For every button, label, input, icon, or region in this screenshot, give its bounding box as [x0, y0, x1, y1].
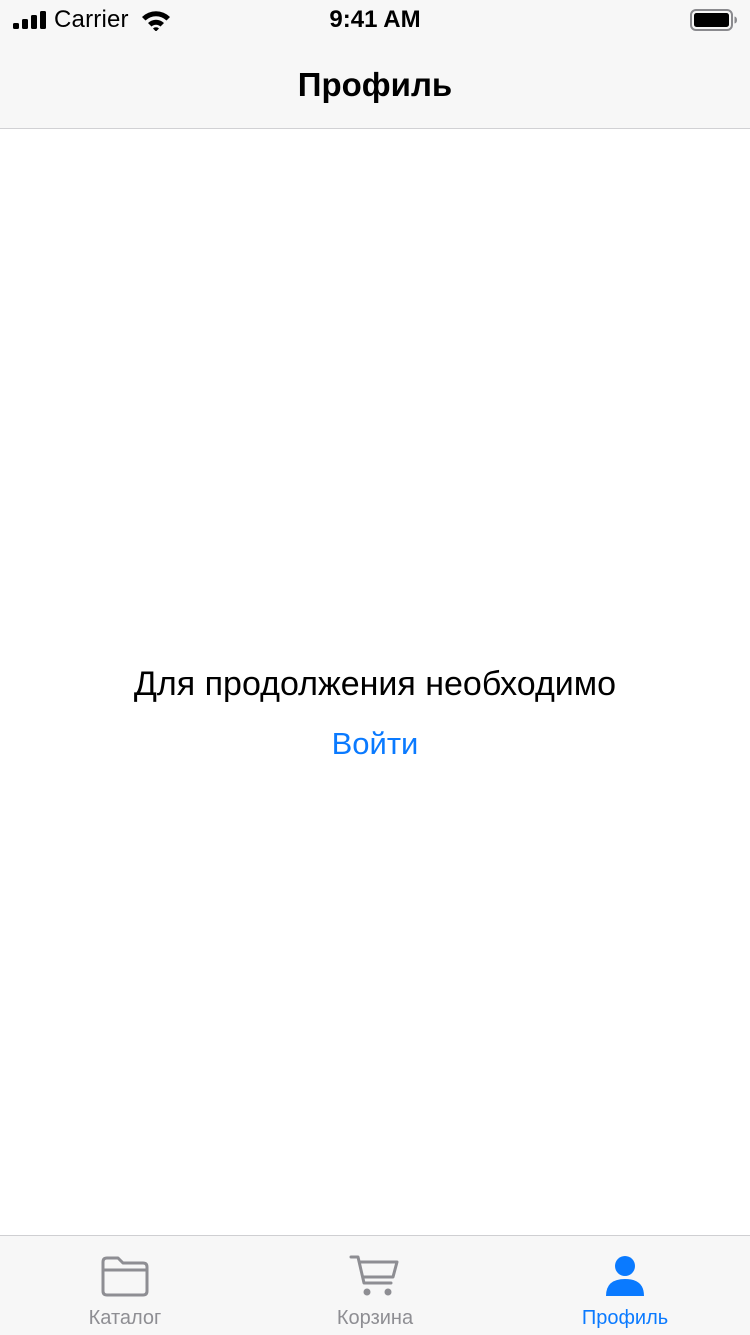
tab-profile[interactable]: Профиль: [500, 1236, 750, 1335]
tab-catalog-label: Каталог: [88, 1307, 162, 1329]
status-bar: Carrier 9:41 AM: [0, 0, 750, 40]
status-time: 9:41 AM: [329, 6, 421, 33]
page-title: Профиль: [297, 66, 453, 103]
tab-profile-label: Профиль: [581, 1307, 669, 1329]
login-button[interactable]: Войти: [305, 724, 445, 764]
tab-bar: Каталог Корзина Профиль: [0, 1235, 750, 1335]
profile-content: Для продолжения необходимо Войти: [0, 129, 750, 1235]
battery-icon: [690, 9, 738, 31]
navigation-bar: Профиль: [0, 40, 750, 129]
cart-icon: [250, 1254, 500, 1300]
person-icon: [500, 1254, 750, 1300]
tab-cart[interactable]: Корзина: [250, 1236, 500, 1335]
tab-cart-label: Корзина: [336, 1307, 414, 1329]
login-required-message: Для продолжения необходимо: [133, 665, 617, 703]
tab-catalog[interactable]: Каталог: [0, 1236, 250, 1335]
folder-icon: [0, 1254, 250, 1300]
